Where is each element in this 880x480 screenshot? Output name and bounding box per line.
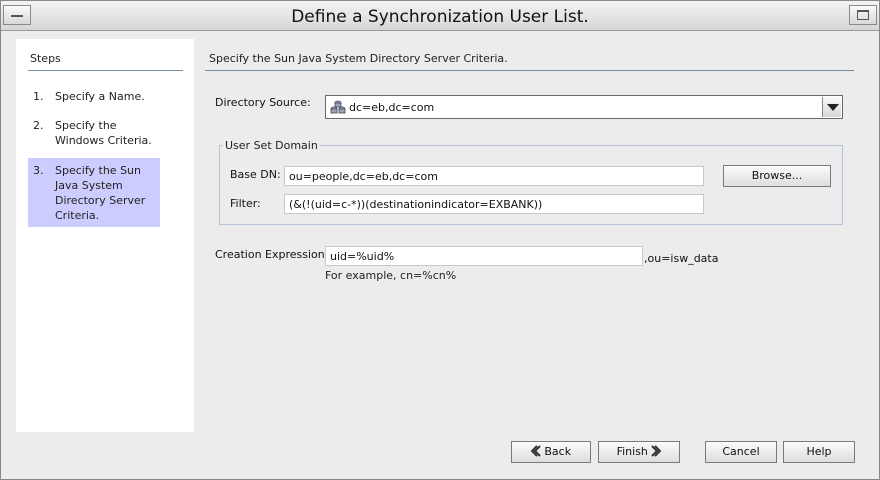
content-header: Specify the Sun Java System Directory Se…	[209, 52, 508, 65]
browse-button[interactable]: Browse...	[723, 165, 831, 187]
back-button[interactable]: Back	[511, 441, 591, 463]
chevron-left-icon	[530, 445, 541, 457]
step-label: Specify a Name.	[55, 90, 145, 103]
wizard-window: Define a Synchronization User List. Step…	[0, 0, 880, 480]
creation-expression-field[interactable]: uid=%uid%	[325, 246, 643, 266]
steps-divider	[28, 70, 183, 71]
base-dn-label: Base DN:	[230, 168, 281, 181]
step-label: Specify the Sun Java System Directory Se…	[55, 164, 146, 222]
database-icon	[330, 100, 346, 114]
creation-expression-hint: For example, cn=%cn%	[325, 269, 457, 282]
step-number: 2.	[33, 119, 44, 132]
filter-label: Filter:	[230, 197, 261, 210]
steps-title: Steps	[30, 52, 61, 65]
content-divider	[205, 70, 854, 71]
window-title: Define a Synchronization User List.	[291, 7, 589, 27]
step-label: Specify the Windows Criteria.	[55, 119, 152, 147]
directory-source-value: dc=eb,dc=com	[349, 101, 435, 114]
steps-panel: Steps 1. Specify a Name. 2. Specify the …	[16, 39, 194, 432]
finish-button-label: Finish	[616, 445, 648, 458]
maximize-icon	[857, 10, 869, 20]
step-item-1[interactable]: 1. Specify a Name.	[28, 89, 160, 105]
chevron-down-icon[interactable]	[822, 97, 841, 117]
creation-expression-label: Creation Expression:	[215, 248, 329, 261]
directory-source-select[interactable]: dc=eb,dc=com	[325, 95, 843, 119]
user-set-domain-title: User Set Domain	[223, 139, 320, 152]
filter-field[interactable]: (&(!(uid=c-*))(destinationindicator=EXBA…	[284, 194, 704, 214]
creation-expression-suffix: ,ou=isw_data	[644, 252, 719, 265]
finish-button[interactable]: Finish	[598, 441, 680, 463]
base-dn-field[interactable]: ou=people,dc=eb,dc=com	[284, 166, 704, 186]
step-item-2[interactable]: 2. Specify the Windows Criteria.	[28, 118, 160, 149]
directory-source-label: Directory Source:	[215, 96, 311, 109]
title-bar: Define a Synchronization User List.	[1, 1, 879, 31]
help-button[interactable]: Help	[783, 441, 855, 463]
step-number: 1.	[33, 90, 44, 103]
step-number: 3.	[33, 164, 44, 177]
chevron-right-icon	[651, 445, 662, 457]
step-item-3[interactable]: 3. Specify the Sun Java System Directory…	[28, 158, 160, 227]
cancel-button[interactable]: Cancel	[705, 441, 777, 463]
maximize-button[interactable]	[849, 5, 877, 25]
back-button-label: Back	[544, 445, 572, 458]
